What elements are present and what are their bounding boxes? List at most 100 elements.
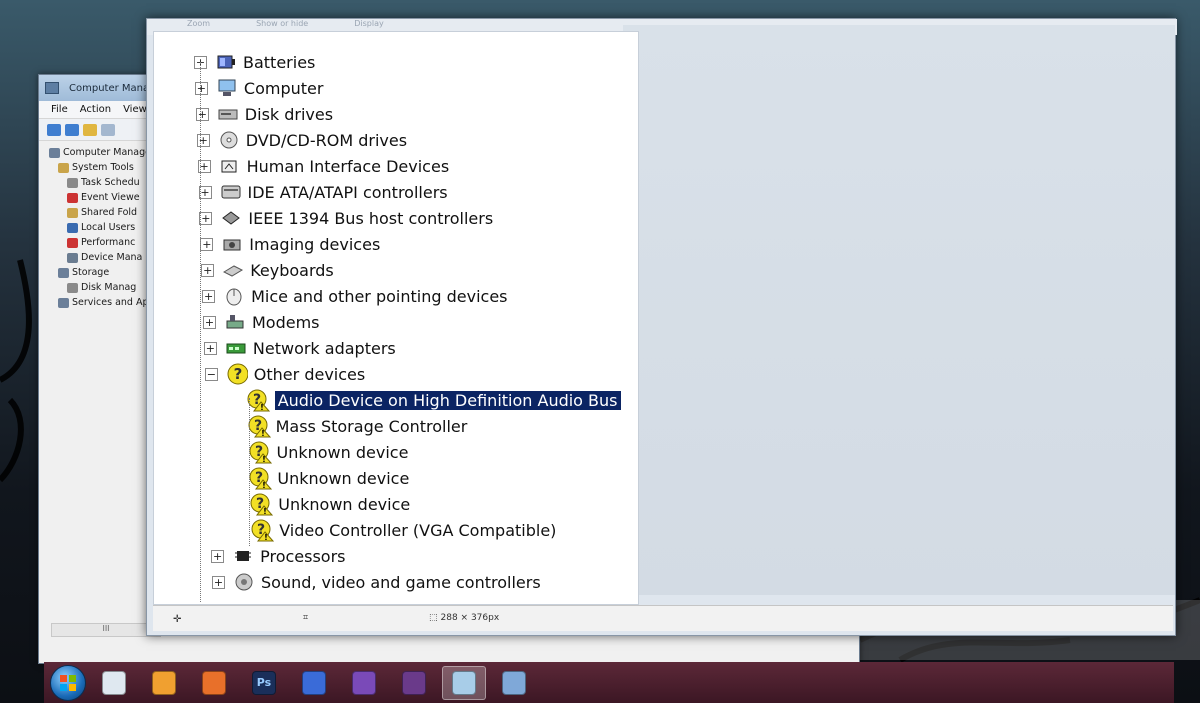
device-warning-icon: ?! xyxy=(249,492,274,516)
device-category-5[interactable]: + IDE ATA/ATAPI controllers xyxy=(198,180,448,204)
cm-tree-item[interactable]: Services and Ap xyxy=(49,295,161,310)
device-category-0[interactable]: + Batteries xyxy=(194,50,315,74)
device-category-6[interactable]: + IEEE 1394 Bus host controllers xyxy=(199,206,493,230)
device-category-4[interactable]: + Human Interface Devices xyxy=(197,154,450,178)
device-manager-window[interactable]: Zoom Show or hide Display + Batteries + Com… xyxy=(146,18,1177,636)
cm-tree-item[interactable]: Event Viewe xyxy=(49,190,161,205)
other-device-item[interactable]: ?! Mass Storage Controller xyxy=(247,414,467,438)
device-category-11[interactable]: + Network adapters xyxy=(203,336,396,360)
taskbar-pinnacle[interactable] xyxy=(392,666,436,700)
device-tree-pane[interactable]: + Batteries + Computer + Disk drives + DVD/CD-R… xyxy=(153,31,639,605)
taskbar-photoshop[interactable]: Ps xyxy=(242,666,286,700)
expand-toggle[interactable]: + xyxy=(199,211,213,225)
cm-title: Computer Manag xyxy=(69,82,156,94)
tree-node-icon xyxy=(49,147,60,158)
expand-toggle[interactable]: + xyxy=(211,549,225,563)
device-tree: + Batteries + Computer + Disk drives + DVD/CD-R… xyxy=(154,32,638,604)
cm-tree-item-label: Performanc xyxy=(81,237,136,248)
device-category-1[interactable]: + Computer xyxy=(194,76,323,100)
expand-toggle[interactable]: + xyxy=(212,575,225,589)
pinnacle-icon xyxy=(402,670,426,695)
device-category-9[interactable]: + Mice and other pointing devices xyxy=(202,284,508,308)
cm-tree-item-label: Local Users xyxy=(81,222,136,233)
photoshop-icon: Ps xyxy=(252,670,276,695)
cm-tree-item-label: System Tools xyxy=(72,162,134,173)
svg-text:!: ! xyxy=(261,429,265,438)
device-label: Unknown device xyxy=(277,468,410,488)
svg-text:?: ? xyxy=(233,365,242,383)
up-folder-icon[interactable] xyxy=(83,123,97,136)
collapse-toggle[interactable]: − xyxy=(204,367,218,381)
device-label: Batteries xyxy=(243,52,316,72)
expand-toggle[interactable]: + xyxy=(200,237,214,251)
cm-tree-item-label: Shared Fold xyxy=(81,207,138,218)
cm-tree-item[interactable]: Device Mana xyxy=(49,250,161,265)
taskbar-virtualbox[interactable] xyxy=(92,666,136,700)
device-category-10[interactable]: + Modems xyxy=(203,310,320,334)
expand-toggle[interactable]: + xyxy=(203,341,217,355)
cm-tree-item[interactable]: Task Schedu xyxy=(49,175,161,190)
firefox-icon xyxy=(202,670,226,695)
mouse-icon xyxy=(223,286,245,306)
cm-tree-item[interactable]: Storage xyxy=(49,265,161,280)
cm-tree-item-label: Event Viewe xyxy=(81,192,140,203)
cm-tree: Computer Manage System Tools Task Schedu Ev… xyxy=(49,145,161,310)
taskbar-irfanview[interactable] xyxy=(342,666,386,700)
pidgin-icon xyxy=(302,670,326,695)
start-button[interactable] xyxy=(50,664,86,701)
move-cursor-icon: ✛ xyxy=(173,614,182,625)
scrollbar-grip: III xyxy=(102,624,110,633)
other-device-item[interactable]: ?! Unknown device xyxy=(248,466,409,490)
expand-toggle[interactable]: + xyxy=(195,107,209,121)
device-category-after-1[interactable]: + Sound, video and game controllers xyxy=(212,570,541,594)
other-device-item[interactable]: ?! Audio Device on High Definition Audio … xyxy=(246,388,621,412)
device-category-2[interactable]: + Disk drives xyxy=(195,102,334,126)
processor-icon xyxy=(232,546,254,566)
device-category-8[interactable]: + Keyboards xyxy=(201,258,334,282)
menu-action[interactable]: Action xyxy=(80,104,111,115)
device-category-12[interactable]: −? Other devices xyxy=(204,362,365,386)
image-dimensions: ⬚ 288 × 376px xyxy=(429,613,499,623)
menu-file[interactable]: File xyxy=(51,104,68,115)
device-category-3[interactable]: + DVD/CD-ROM drives xyxy=(196,128,407,152)
expand-toggle[interactable]: + xyxy=(202,289,216,303)
cm-tree-item[interactable]: Shared Fold xyxy=(49,205,161,220)
cm-tree-item[interactable]: Performanc xyxy=(49,235,161,250)
cm-tree-item[interactable]: System Tools xyxy=(49,160,161,175)
cm-tree-item[interactable]: Disk Manag xyxy=(49,280,161,295)
taskbar-media-player[interactable] xyxy=(142,666,186,700)
device-category-after-0[interactable]: + Processors xyxy=(211,544,346,568)
other-device-item[interactable]: ?! Video Controller (VGA Compatible) xyxy=(250,518,556,542)
device-label: Imaging devices xyxy=(249,234,381,254)
device-category-7[interactable]: + Imaging devices xyxy=(200,232,380,256)
expand-toggle[interactable]: + xyxy=(203,315,216,329)
taskbar-paint[interactable] xyxy=(442,665,486,700)
tree-node-icon xyxy=(67,237,78,248)
device-label: Disk drives xyxy=(244,104,334,124)
windows-logo-icon xyxy=(60,674,76,691)
tree-guide-line xyxy=(200,62,201,602)
show-hide-tree-icon[interactable] xyxy=(101,123,115,136)
taskbar-pidgin[interactable] xyxy=(292,666,336,700)
ieee1394-icon xyxy=(220,208,242,228)
expand-toggle[interactable]: + xyxy=(194,81,208,95)
svg-text:!: ! xyxy=(264,533,268,542)
unknown-device-icon: ? xyxy=(226,363,248,385)
paint-icon xyxy=(452,670,476,695)
other-device-item[interactable]: ?! Unknown device xyxy=(248,440,408,464)
other-device-item[interactable]: ?! Unknown device xyxy=(249,492,410,516)
computer-icon xyxy=(216,78,238,98)
taskbar-device-manager[interactable] xyxy=(492,666,536,700)
forward-arrow-icon[interactable] xyxy=(65,123,79,136)
expand-toggle[interactable]: + xyxy=(196,133,210,147)
cm-horizontal-scrollbar[interactable]: III xyxy=(51,623,161,637)
expand-toggle[interactable]: + xyxy=(201,263,215,277)
device-label: Human Interface Devices xyxy=(246,156,450,176)
cm-tree-item[interactable]: Computer Manage xyxy=(49,145,161,160)
back-arrow-icon[interactable] xyxy=(47,123,61,136)
menu-view[interactable]: View xyxy=(123,104,147,115)
cm-tree-item[interactable]: Local Users xyxy=(49,220,161,235)
battery-icon xyxy=(215,52,237,72)
svg-text:!: ! xyxy=(262,455,266,464)
taskbar-firefox[interactable] xyxy=(192,666,236,700)
